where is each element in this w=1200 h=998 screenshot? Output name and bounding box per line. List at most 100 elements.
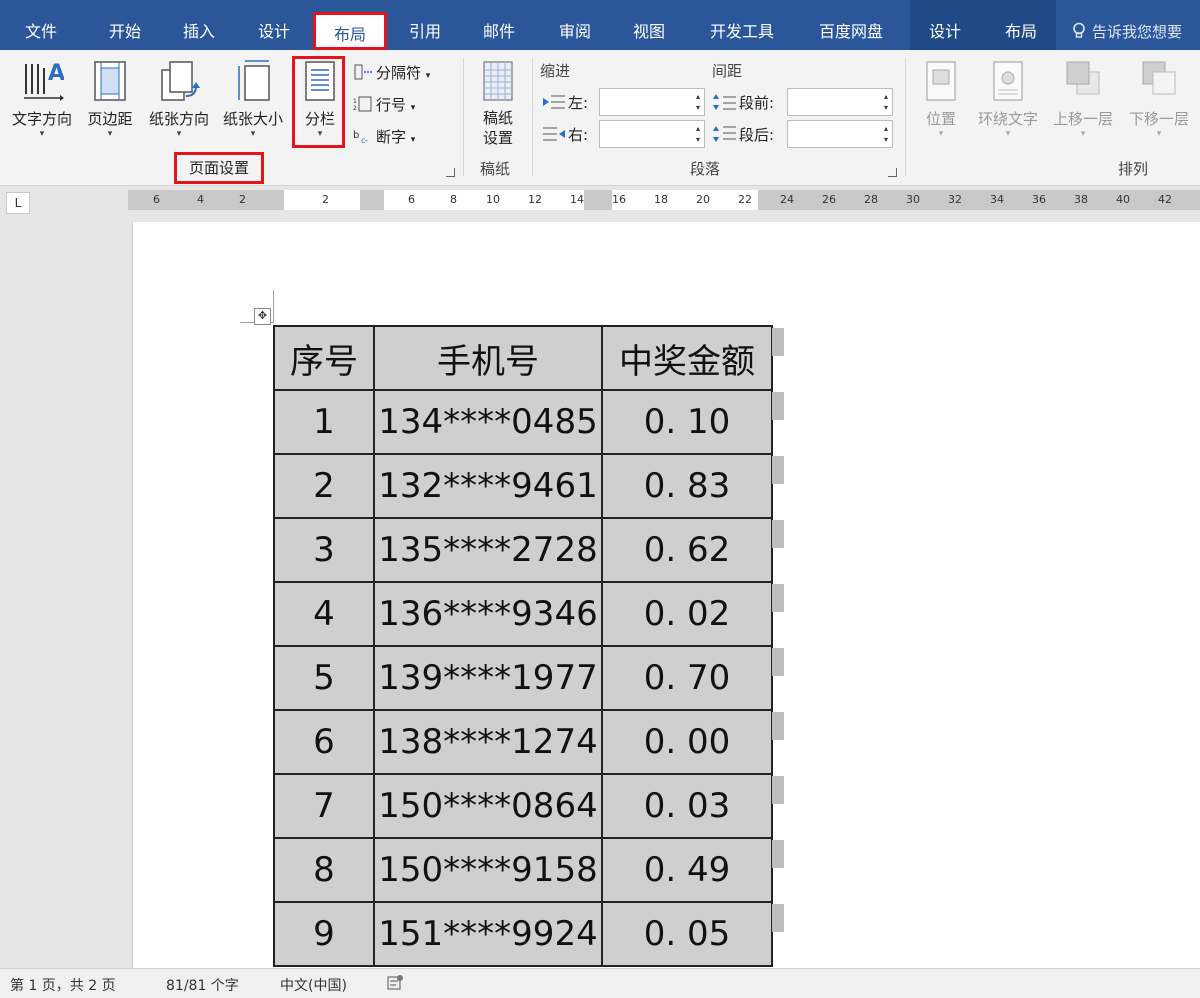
bring-forward-icon — [1066, 61, 1100, 95]
tab-mailings[interactable]: 邮件 — [468, 0, 530, 50]
send-backward-button[interactable]: 下移一层 ▾ — [1122, 58, 1196, 139]
table-cell[interactable]: 132****9461 — [373, 453, 603, 519]
ruler-number: 26 — [822, 193, 836, 206]
table-cell[interactable]: 6 — [273, 709, 375, 775]
breaks-button[interactable]: 分隔符 ▾ — [352, 62, 430, 83]
breaks-label: 分隔符 — [376, 64, 422, 82]
tab-baidu-netdisk[interactable]: 百度网盘 — [806, 0, 896, 50]
bring-forward-button[interactable]: 上移一层 ▾ — [1046, 58, 1120, 139]
ruler-number: 36 — [1032, 193, 1046, 206]
word-count-status[interactable]: 81/81 个字 — [166, 975, 239, 995]
ruler-number: 6 — [408, 193, 415, 206]
table-row: 1 134****0485 0. 10 — [273, 389, 773, 455]
table-cell[interactable]: 8 — [273, 837, 375, 903]
orientation-button[interactable]: 纸张方向 ▾ — [143, 58, 215, 139]
table-move-handle-icon[interactable]: ✥ — [254, 308, 271, 325]
ruler-number: 38 — [1074, 193, 1088, 206]
table-cell[interactable]: 2 — [273, 453, 375, 519]
horizontal-ruler[interactable]: 6 4 2 2 6 8 10 12 14 16 18 20 22 24 26 2… — [128, 190, 1200, 210]
page-count-status[interactable]: 第 1 页，共 2 页 — [10, 975, 116, 995]
lottery-table[interactable]: 序号 手机号 中奖金额 1 134****0485 0. 10 2 132***… — [273, 325, 773, 967]
spacing-before-label: 段前: — [739, 94, 775, 112]
group-separator — [905, 58, 906, 176]
tab-view[interactable]: 视图 — [618, 0, 680, 50]
ruler-number: 6 — [153, 193, 160, 206]
spacing-after-input[interactable]: ▴ ▾ — [787, 120, 893, 148]
draft-paper-button[interactable]: 稿纸 设置 — [470, 58, 526, 148]
table-cell[interactable]: 150****0864 — [373, 773, 603, 839]
tab-file[interactable]: 文件 — [10, 0, 72, 50]
table-cell[interactable]: 0. 03 — [601, 773, 773, 839]
spacing-before-input[interactable]: ▴ ▾ — [787, 88, 893, 116]
row-end-mark — [772, 712, 784, 740]
table-cell[interactable]: 0. 62 — [601, 517, 773, 583]
size-button[interactable]: 纸张大小 ▾ — [217, 58, 289, 139]
group-separator — [463, 58, 464, 176]
margins-button[interactable]: 页边距 ▾ — [80, 58, 140, 139]
table-header-cell[interactable]: 手机号 — [373, 325, 603, 391]
table-cell[interactable]: 136****9346 — [373, 581, 603, 647]
row-end-mark — [772, 584, 784, 612]
chevron-down-icon: ▾ — [1156, 129, 1162, 139]
table-cell[interactable]: 0. 00 — [601, 709, 773, 775]
ruler-number: 4 — [197, 193, 204, 206]
table-header-cell[interactable]: 中奖金额 — [601, 325, 773, 391]
table-header-row: 序号 手机号 中奖金额 — [273, 325, 773, 391]
hyphenation-button[interactable]: b c- 断字 ▾ — [352, 126, 415, 147]
row-end-mark — [772, 520, 784, 548]
indent-right-input[interactable]: ▴ ▾ — [599, 120, 705, 148]
tab-references[interactable]: 引用 — [394, 0, 456, 50]
page-setup-launcher-icon[interactable] — [446, 168, 455, 177]
table-row: 4 136****9346 0. 02 — [273, 581, 773, 647]
position-label: 位置 — [925, 110, 956, 128]
table-cell[interactable]: 0. 83 — [601, 453, 773, 519]
table-cell[interactable]: 9 — [273, 901, 375, 967]
chevron-down-icon: ▾ — [176, 129, 182, 139]
table-row: 6 138****1274 0. 00 — [273, 709, 773, 775]
position-button[interactable]: 位置 ▾ — [912, 58, 970, 139]
table-cell[interactable]: 135****2728 — [373, 517, 603, 583]
table-cell[interactable]: 139****1977 — [373, 645, 603, 711]
ruler-number: 2 — [322, 193, 329, 206]
table-cell[interactable]: 3 — [273, 517, 375, 583]
tab-selector[interactable]: L — [6, 192, 30, 214]
tab-home[interactable]: 开始 — [94, 0, 156, 50]
table-header-cell[interactable]: 序号 — [273, 325, 375, 391]
table-cell[interactable]: 0. 05 — [601, 901, 773, 967]
draft-paper-icon — [483, 61, 513, 101]
indent-left-input[interactable]: ▴ ▾ — [599, 88, 705, 116]
tab-review[interactable]: 审阅 — [544, 0, 606, 50]
tab-developer[interactable]: 开发工具 — [697, 0, 787, 50]
ruler-number: 2 — [239, 193, 246, 206]
table-cell[interactable]: 151****9924 — [373, 901, 603, 967]
tab-insert[interactable]: 插入 — [168, 0, 230, 50]
paragraph-launcher-icon[interactable] — [888, 168, 897, 177]
table-cell[interactable]: 7 — [273, 773, 375, 839]
ribbon-layout: A 文字方向 ▾ 页边距 ▾ 纸张方向 ▾ 纸张大小 ▾ 分栏 ▾ 分隔符 ▾ … — [0, 50, 1200, 186]
row-end-mark — [772, 904, 784, 932]
table-cell[interactable]: 0. 02 — [601, 581, 773, 647]
wrap-text-button[interactable]: 环绕文字 ▾ — [972, 58, 1044, 139]
table-cell[interactable]: 138****1274 — [373, 709, 603, 775]
tell-me-box[interactable]: 告诉我您想要 — [1072, 0, 1182, 50]
tab-layout[interactable]: 布局 — [313, 12, 387, 50]
table-cell[interactable]: 4 — [273, 581, 375, 647]
text-direction-button[interactable]: A 文字方向 ▾ — [6, 58, 78, 139]
row-end-mark — [772, 776, 784, 804]
table-cell[interactable]: 5 — [273, 645, 375, 711]
breaks-icon — [354, 64, 372, 79]
tab-design[interactable]: 设计 — [243, 0, 305, 50]
table-cell[interactable]: 0. 10 — [601, 389, 773, 455]
table-cell[interactable]: 0. 70 — [601, 645, 773, 711]
macro-record-icon[interactable] — [386, 974, 404, 996]
table-row: 5 139****1977 0. 70 — [273, 645, 773, 711]
line-numbers-button[interactable]: 1 2 行号 ▾ — [352, 94, 415, 115]
tab-table-layout[interactable]: 布局 — [990, 0, 1052, 50]
tab-table-design[interactable]: 设计 — [914, 0, 976, 50]
table-cell[interactable]: 1 — [273, 389, 375, 455]
table-cell[interactable]: 150****9158 — [373, 837, 603, 903]
table-cell[interactable]: 134****0485 — [373, 389, 603, 455]
chevron-down-icon: ▾ — [410, 103, 416, 113]
language-status[interactable]: 中文(中国) — [280, 975, 347, 995]
table-cell[interactable]: 0. 49 — [601, 837, 773, 903]
